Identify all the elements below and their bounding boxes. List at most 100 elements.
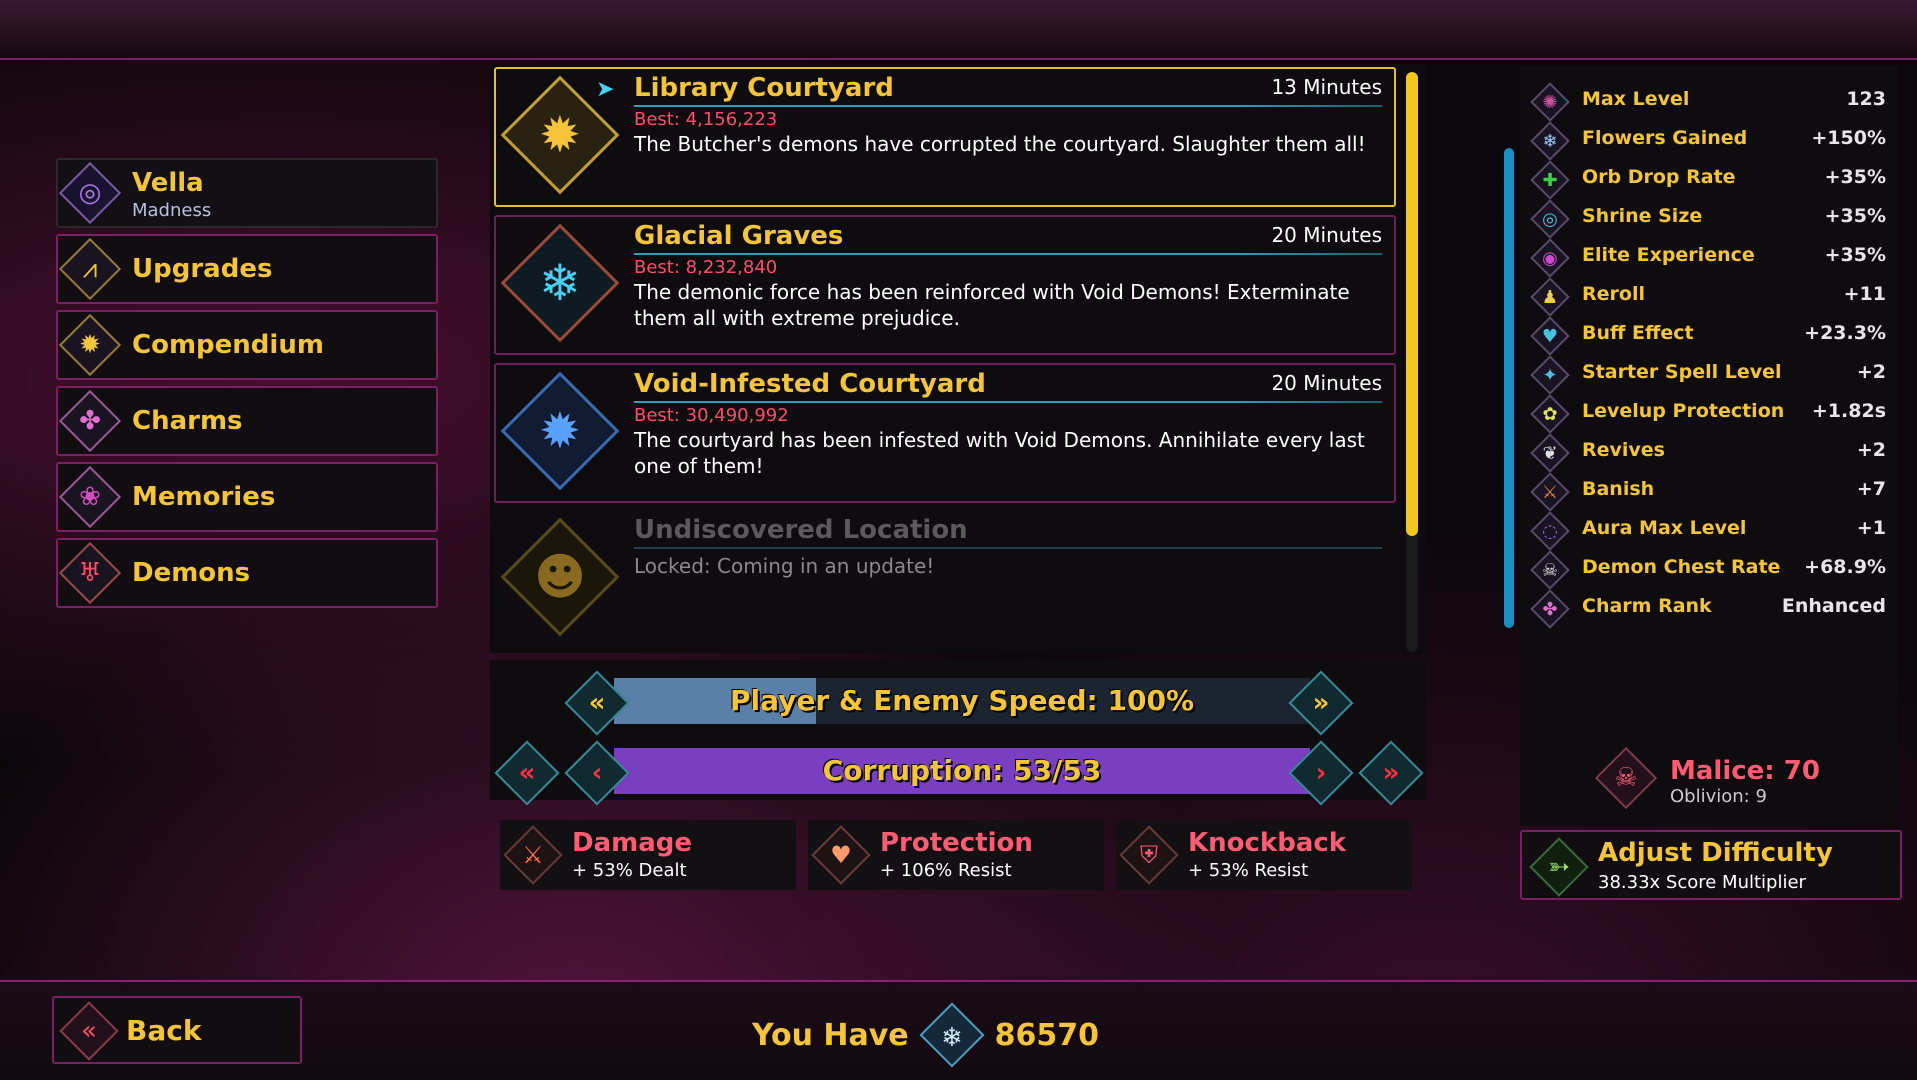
modifier-icon: ✦ <box>1542 364 1558 386</box>
snowflake-icon: ❄ <box>539 254 581 312</box>
back-label: Back <box>126 1014 202 1047</box>
currency-amount: 86570 <box>994 1017 1100 1053</box>
book-icon: ✹ <box>79 330 101 360</box>
corruption-increase-button[interactable]: › <box>1298 750 1344 796</box>
modifier-icon: ♥ <box>1541 325 1559 347</box>
menu-compendium[interactable]: ✹ Compendium <box>56 310 438 380</box>
modifier-icon: ☠ <box>1541 559 1559 581</box>
modifier-value: +1 <box>1856 517 1886 539</box>
modifier-value: +35% <box>1824 166 1886 188</box>
void-book-icon: ✹ <box>539 402 581 460</box>
flower-currency-icon: ❄ <box>940 1022 963 1053</box>
charm-icon: ✤ <box>79 406 101 436</box>
menu-charms[interactable]: ✤ Charms <box>56 386 438 456</box>
stat-name: Protection <box>880 828 1033 858</box>
corruption-max-button[interactable]: » <box>1368 750 1414 796</box>
location-best: Best: 4,156,223 <box>634 109 778 130</box>
modifier-icon: ♟ <box>1541 286 1559 308</box>
location-best: Best: 8,232,840 <box>634 257 778 278</box>
menu-label: Upgrades <box>132 254 273 284</box>
oblivion-value: Oblivion: 9 <box>1670 786 1767 807</box>
character-mode: Madness <box>132 200 212 221</box>
heart-icon: ♥ <box>830 841 852 869</box>
stat-value: + 53% Resist <box>1188 860 1309 881</box>
speed-increase-button[interactable]: » <box>1298 680 1344 726</box>
shield-icon: ⛨ <box>1140 841 1158 869</box>
modifier-icon: ✿ <box>1542 403 1558 425</box>
stat-damage: ⚔ Damage + 53% Dealt <box>500 820 796 890</box>
modifier-value: +2 <box>1856 361 1886 383</box>
location-desc: Locked: Coming in an update! <box>634 554 935 578</box>
modifier-icon: ◌ <box>1542 520 1558 542</box>
modifier-value: +35% <box>1824 205 1886 227</box>
modifier-value: +2 <box>1856 439 1886 461</box>
speed-label: Player & Enemy Speed: 100% <box>729 684 1195 717</box>
back-arrow-icon: « <box>81 1016 97 1046</box>
adjust-difficulty-button[interactable]: ➳ Adjust Difficulty 38.33x Score Multipl… <box>1520 830 1902 900</box>
modifier-icon: ⚔ <box>1541 481 1559 503</box>
arrow-right-icon: ➳ <box>1548 852 1570 882</box>
currency-display: You Have ❄ 86570 <box>752 1002 1100 1068</box>
modifier-name: Demon Chest Rate <box>1582 556 1781 578</box>
location-best: Best: 30,490,992 <box>634 405 789 426</box>
location-library-courtyard[interactable]: ✹ ➤ Library Courtyard 13 Minutes Best: 4… <box>494 67 1396 207</box>
adjust-title: Adjust Difficulty <box>1598 838 1833 868</box>
score-multiplier: 38.33x Score Multiplier <box>1598 872 1806 893</box>
stat-name: Knockback <box>1188 828 1347 858</box>
vella-icon: ◎ <box>78 178 102 208</box>
location-glacial-graves[interactable]: ❄ Glacial Graves 20 Minutes Best: 8,232,… <box>494 215 1396 355</box>
location-void-infested-courtyard[interactable]: ✹ Void-Infested Courtyard 20 Minutes Bes… <box>494 363 1396 503</box>
modifier-name: Starter Spell Level <box>1582 361 1782 383</box>
modifier-icon: ✤ <box>1542 598 1558 620</box>
modifier-name: Levelup Protection <box>1582 400 1785 422</box>
corruption-label: Corruption: 53/53 <box>822 754 1102 787</box>
menu-upgrades[interactable]: ⩘ Upgrades <box>56 234 438 304</box>
location-scrollbar[interactable] <box>1406 72 1418 652</box>
modifier-panel: ✺ Max Level 123 ❄ Flowers Gained +150% ✚ Orb Dr… <box>1520 66 1898 826</box>
stat-value: + 53% Dealt <box>572 860 687 881</box>
modifier-name: Charm Rank <box>1582 595 1712 617</box>
location-duration: 20 Minutes <box>1271 371 1382 395</box>
location-list: ✹ ➤ Library Courtyard 13 Minutes Best: 4… <box>490 63 1426 653</box>
menu-demons[interactable]: ♅ Demons <box>56 538 438 608</box>
modifier-name: Flowers Gained <box>1582 127 1748 149</box>
character-vella[interactable]: ◎ Vella Madness <box>56 158 438 228</box>
location-title: Glacial Graves <box>634 221 844 251</box>
modifier-name: Reroll <box>1582 283 1645 305</box>
scrollbar-thumb[interactable] <box>1406 72 1418 536</box>
corruption-decrease-button[interactable]: ‹ <box>574 750 620 796</box>
corruption-min-button[interactable]: « <box>504 750 550 796</box>
speed-decrease-button[interactable]: « <box>574 680 620 726</box>
modifier-value: 123 <box>1846 88 1886 110</box>
menu-label: Demons <box>132 558 251 588</box>
demon-face-icon: ☻ <box>533 548 587 606</box>
stat-value: + 106% Resist <box>880 860 1012 881</box>
stat-knockback: ⛨ Knockback + 53% Resist <box>1116 820 1412 890</box>
modifier-name: Orb Drop Rate <box>1582 166 1736 188</box>
location-undiscovered: ☻ Undiscovered Location Locked: Coming i… <box>494 509 1396 649</box>
modifier-icon: ◎ <box>1542 208 1558 230</box>
location-title: Library Courtyard <box>634 73 894 103</box>
malice-mask-icon: ☠ <box>1614 763 1638 793</box>
corruption-bar[interactable]: Corruption: 53/53 <box>614 748 1310 794</box>
modifier-row: ✤ Charm Rank Enhanced <box>1520 583 1898 631</box>
menu-memories[interactable]: ❀ Memories <box>56 462 438 532</box>
modifier-icon: ❄ <box>1542 130 1558 152</box>
selected-arrow-icon: ➤ <box>596 77 615 102</box>
modifier-value: +1.82s <box>1811 400 1886 422</box>
back-button[interactable]: « Back <box>52 996 302 1064</box>
modifier-value: +35% <box>1824 244 1886 266</box>
modifier-name: Buff Effect <box>1582 322 1694 344</box>
menu-label: Charms <box>132 406 243 436</box>
upgrades-icon: ⩘ <box>82 253 98 284</box>
modifier-icon: ◉ <box>1542 247 1558 269</box>
speed-bar[interactable]: Player & Enemy Speed: 100% <box>614 678 1310 724</box>
modifier-name: Shrine Size <box>1582 205 1703 227</box>
menu-label: Compendium <box>132 330 324 360</box>
top-band <box>0 0 1917 60</box>
modifier-value: +11 <box>1843 283 1886 305</box>
location-desc: The Butcher's demons have corrupted the … <box>634 132 1366 156</box>
location-duration: 13 Minutes <box>1271 75 1382 99</box>
book-flame-icon: ✹ <box>539 106 581 164</box>
currency-label: You Have <box>752 1017 909 1053</box>
